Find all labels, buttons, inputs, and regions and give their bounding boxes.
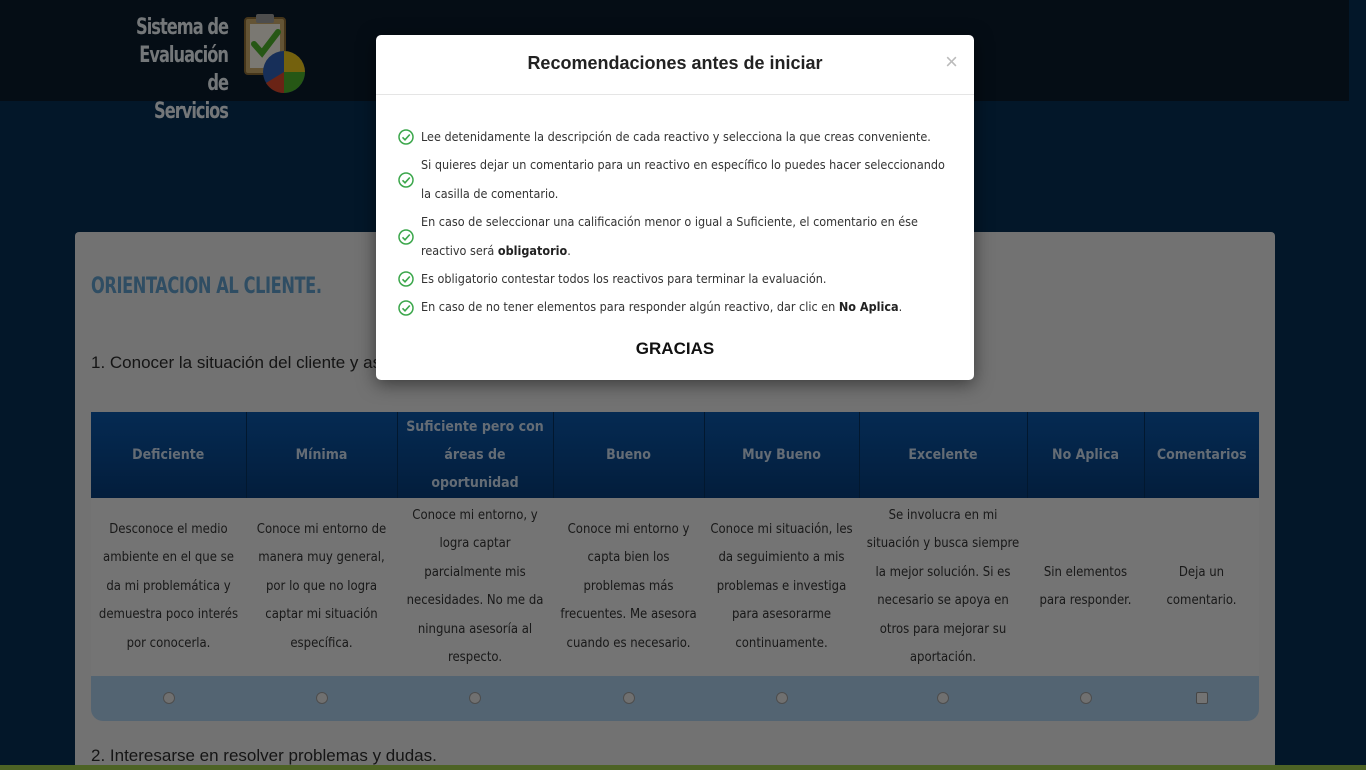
check-circle-icon [398,228,414,245]
recommendation-item: Es obligatorio contestar todos los react… [398,265,954,293]
check-circle-icon [398,129,414,145]
recommendation-text: Lee detenidamente la descripción de cada… [421,129,931,144]
recommendation-bold: No Aplica [838,299,899,315]
recommendation-suffix: . [567,242,571,258]
check-circle-icon [398,172,414,188]
recommendation-text: En caso de seleccionar una calificación … [421,214,918,258]
recommendation-bold: obligatorio [497,242,568,258]
recommendation-text: Si quieres dejar un comentario para un r… [421,157,945,201]
recommendations-list: Lee detenidamente la descripción de cada… [398,123,954,322]
recommendation-item: En caso de no tener elementos para respo… [398,293,954,321]
close-icon[interactable]: × [945,49,958,75]
modal-footer-thanks: GRACIAS [635,339,715,358]
recommendation-suffix: . [898,299,903,315]
modal-title: Recomendaciones antes de iniciar [527,53,823,73]
recommendation-item: Lee detenidamente la descripción de cada… [398,123,954,151]
recommendation-item: En caso de seleccionar una calificación … [398,208,954,265]
recommendation-item: Si quieres dejar un comentario para un r… [398,151,954,208]
recommendations-modal: Recomendaciones antes de iniciar × Lee d… [376,35,974,380]
recommendation-text: En caso de no tener elementos para respo… [421,299,839,315]
recommendation-text: Es obligatorio contestar todos los react… [421,271,827,287]
check-circle-icon [398,271,414,287]
modal-header: Recomendaciones antes de iniciar × [376,35,974,95]
check-circle-icon [398,299,414,316]
